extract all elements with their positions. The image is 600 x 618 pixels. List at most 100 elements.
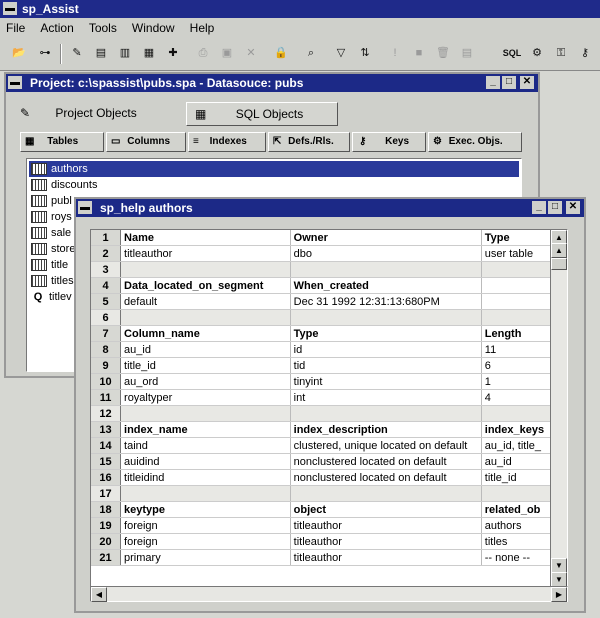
grid-cell: Length [481, 325, 551, 342]
permissions-icon[interactable]: ⚷ [574, 42, 596, 64]
scroll-right-icon[interactable]: ▶ [551, 587, 567, 602]
scroll-down-icon[interactable]: ▼ [551, 558, 567, 573]
table-row[interactable]: 12 [91, 405, 551, 422]
sp-help-system-menu-icon[interactable]: ▬ [78, 201, 92, 214]
list-item-label: titlev [49, 291, 72, 303]
results-table: 1 Name Owner Type 2 titleauthor dbo user table 3… [91, 230, 551, 566]
close-icon[interactable]: ✕ [520, 76, 534, 89]
scroll-left-icon[interactable]: ◀ [91, 587, 107, 602]
execute-icon[interactable]: ! [384, 42, 406, 64]
save-icon[interactable]: ▣ [216, 42, 238, 64]
menu-window[interactable]: Window [132, 21, 175, 35]
grid-cell: 11 [481, 341, 551, 358]
sort-icon[interactable]: ⇅ [354, 42, 376, 64]
delete-icon[interactable]: ✕ [240, 42, 262, 64]
table-row[interactable]: 9 title_id tid 6 [91, 357, 551, 374]
grid-cell: tinyint [290, 373, 482, 390]
sql-button[interactable]: SQL [500, 42, 524, 64]
trash-icon[interactable]: 🗑 [432, 42, 454, 64]
list-item[interactable]: authors [29, 161, 519, 177]
list-item[interactable]: discounts [29, 177, 519, 193]
grid-cell: Type [481, 230, 551, 246]
horizontal-scrollbar[interactable]: ◀ ▶ [90, 586, 568, 602]
subtab-columns[interactable]: ▭ Columns [106, 132, 186, 152]
subtab-defaults-rules[interactable]: ⇱ Defs./Rls. [268, 132, 350, 152]
grid-cell [290, 485, 482, 502]
lock-icon[interactable]: 🔒 [270, 42, 292, 64]
list-item-label: title [51, 259, 69, 271]
maximize-icon[interactable]: □ [502, 76, 516, 89]
scroll-thumb[interactable] [551, 258, 567, 270]
row-number: 11 [91, 389, 122, 406]
grid-cell: au_ord [120, 373, 291, 390]
menu-action[interactable]: Action [40, 21, 73, 35]
project-window-title: Project: c:\spassist\pubs.spa - Datasouc… [30, 76, 304, 90]
table-row[interactable]: 3 [91, 261, 551, 278]
scroll-bottom-icon[interactable]: ▼ [551, 572, 567, 587]
table-row[interactable]: 10 au_ord tinyint 1 [91, 373, 551, 390]
grid-cell: nonclustered located on default [290, 453, 482, 470]
find-icon[interactable]: ⌕ [300, 42, 322, 64]
maximize-icon[interactable]: □ [548, 201, 562, 214]
list-item-label: discounts [51, 179, 98, 191]
results-grid: 1 Name Owner Type 2 titleauthor dbo user table 3… [90, 229, 552, 588]
table-row[interactable]: 1 Name Owner Type [91, 230, 551, 246]
table-row[interactable]: 18 keytype object related_ob [91, 501, 551, 518]
table-row[interactable]: 14 taind clustered, unique located on defa… [91, 437, 551, 454]
table-row[interactable]: 6 [91, 309, 551, 326]
table-icon [31, 259, 47, 272]
stop-icon[interactable]: ■ [408, 42, 430, 64]
menu-tools[interactable]: Tools [89, 21, 117, 35]
row-number: 9 [91, 357, 122, 374]
table-row[interactable]: 5 default Dec 31 1992 12:31:13:680PM [91, 293, 551, 310]
table-row[interactable]: 7 Column_name Type Length [91, 325, 551, 342]
print-icon[interactable]: ⎙ [192, 42, 214, 64]
grid-cell: titleidind [120, 469, 291, 486]
tab-sql-objects-label: SQL Objects [235, 107, 304, 121]
grid-cell: foreign [120, 517, 291, 534]
subtab-keys[interactable]: ⚷ Keys [352, 132, 426, 152]
minimize-icon[interactable]: _ [532, 201, 546, 214]
edit-proc-icon[interactable]: ▦ [138, 42, 160, 64]
table-row[interactable]: 2 titleauthor dbo user table [91, 245, 551, 262]
table-row[interactable]: 19 foreign titleauthor authors [91, 517, 551, 534]
vertical-scrollbar[interactable]: ▲ ▲ ▼ ▼ [550, 229, 568, 588]
system-menu-icon[interactable]: ▬ [3, 2, 17, 15]
new-object-icon[interactable]: ✚ [162, 42, 184, 64]
grid-cell [481, 293, 551, 310]
table-row[interactable]: 20 foreign titleauthor titles [91, 533, 551, 550]
close-icon[interactable]: ✕ [566, 201, 580, 214]
table-row[interactable]: 15 auidind nonclustered located on default… [91, 453, 551, 470]
subtab-indexes[interactable]: ≡ Indexes [188, 132, 266, 152]
connect-icon[interactable]: ⊶ [34, 42, 56, 64]
app-title: sp_Assist [22, 2, 79, 16]
keys-icon[interactable]: ⚿ [550, 42, 572, 64]
table-row[interactable]: 13 index_name index_description index_keys [91, 421, 551, 438]
tab-project-objects[interactable]: ✎ Project Objects [20, 102, 170, 124]
table-row[interactable]: 16 titleidind nonclustered located on defa… [91, 469, 551, 486]
subtab-tables[interactable]: ▦ Tables [20, 132, 104, 152]
open-folder-icon[interactable]: 📂 [8, 42, 30, 64]
table-row[interactable]: 11 royaltyper int 4 [91, 389, 551, 406]
tab-sql-objects[interactable]: ▦ SQL Objects [186, 102, 338, 126]
scroll-up-icon[interactable]: ▲ [551, 243, 567, 258]
menu-file[interactable]: File [6, 21, 25, 35]
results-icon[interactable]: ▤ [456, 42, 478, 64]
table-row[interactable]: 17 [91, 485, 551, 502]
edit-icon[interactable]: ✎ [66, 42, 88, 64]
project-system-menu-icon[interactable]: ▬ [8, 76, 22, 89]
table-row[interactable]: 8 au_id id 11 [91, 341, 551, 358]
edit-table-icon[interactable]: ▤ [90, 42, 112, 64]
edit-view-icon[interactable]: ▥ [114, 42, 136, 64]
settings-icon[interactable]: ⚙ [526, 42, 548, 64]
filter-icon[interactable]: ▽ [330, 42, 352, 64]
grid-cell: title_id [120, 357, 291, 374]
grid-cell [290, 261, 482, 278]
grid-cell [120, 309, 291, 326]
table-row[interactable]: 21 primary titleauthor -- none -- [91, 549, 551, 566]
app-title-bar: ▬ sp_Assist [0, 0, 600, 18]
subtab-exec-objects[interactable]: ⚙ Exec. Objs. [428, 132, 522, 152]
menu-help[interactable]: Help [190, 21, 215, 35]
minimize-icon[interactable]: _ [486, 76, 500, 89]
table-row[interactable]: 4 Data_located_on_segment When_created [91, 277, 551, 294]
